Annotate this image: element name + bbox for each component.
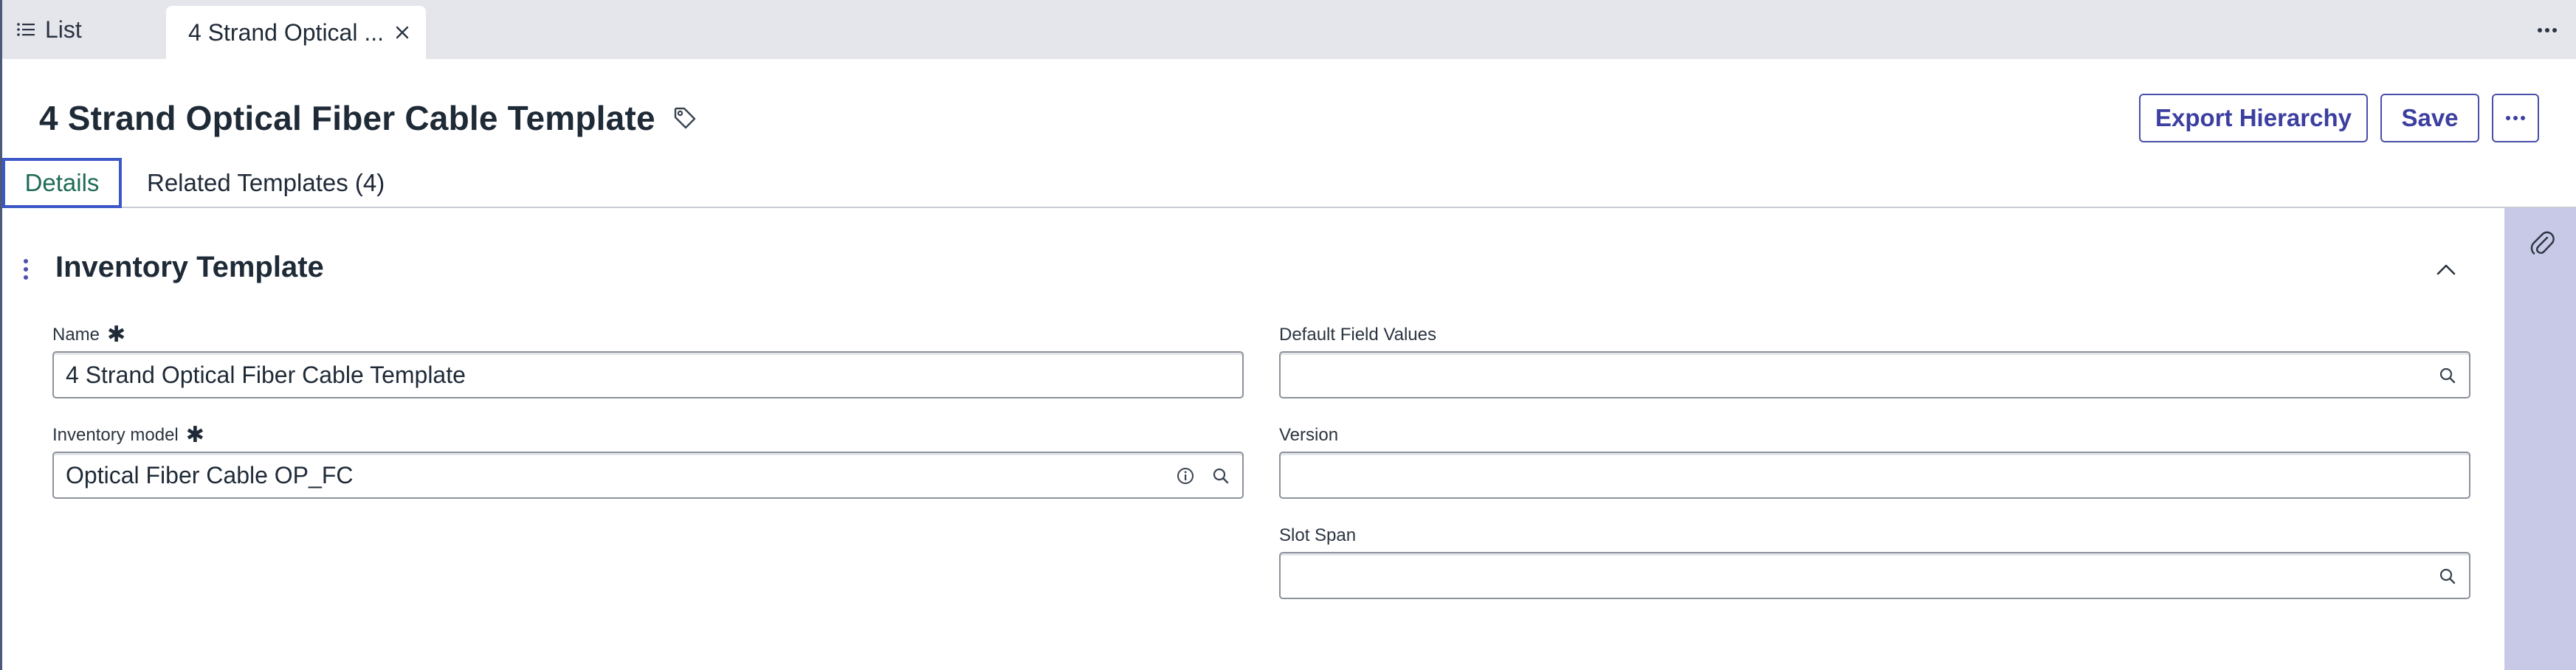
name-field[interactable]: 4 Strand Optical Fiber Cable Template — [52, 351, 1244, 398]
version-label: Version — [1279, 425, 1338, 446]
slot-span-label-text: Slot Span — [1279, 525, 1357, 545]
name-value: 4 Strand Optical Fiber Cable Template — [66, 361, 466, 388]
tab-record[interactable]: 4 Strand Optical ... — [166, 6, 426, 59]
tag-icon[interactable] — [672, 105, 698, 131]
inventory-model-label-text: Inventory model — [52, 425, 179, 445]
more-icon[interactable] — [2532, 19, 2562, 41]
search-icon[interactable] — [2438, 567, 2457, 586]
list-icon — [17, 23, 35, 36]
page-title: 4 Strand Optical Fiber Cable Template — [39, 99, 655, 137]
default-field-values-label-text: Default Field Values — [1279, 325, 1436, 345]
paperclip-icon[interactable] — [2529, 229, 2555, 257]
form-tabs: Details Related Templates (4) — [2, 158, 2576, 208]
save-button[interactable]: Save — [2380, 94, 2479, 142]
inventory-model-field[interactable]: Optical Fiber Cable OP_FC — [52, 452, 1244, 499]
tab-details[interactable]: Details — [2, 158, 122, 208]
tab-record-label: 4 Strand Optical ... — [188, 18, 385, 46]
title-row: 4 Strand Optical Fiber Cable Template — [39, 94, 698, 142]
export-hierarchy-button[interactable]: Export Hierarchy — [2139, 94, 2368, 142]
name-label: Name ✱ — [52, 322, 126, 347]
tab-list-label: List — [45, 15, 82, 43]
slot-span-label: Slot Span — [1279, 525, 1356, 546]
drag-handle-icon[interactable] — [21, 258, 30, 280]
tab-related-templates[interactable]: Related Templates (4) — [147, 158, 385, 208]
ellipsis-icon — [2506, 116, 2525, 120]
close-icon[interactable] — [392, 22, 413, 43]
required-icon: ✱ — [185, 423, 204, 447]
info-icon[interactable] — [1176, 466, 1195, 486]
version-field[interactable] — [1279, 452, 2470, 499]
section-title: Inventory Template — [55, 251, 324, 283]
form-body: Inventory Template Name ✱ 4 Strand Optic… — [2, 208, 2504, 670]
default-field-values-field[interactable] — [1279, 351, 2470, 398]
app-window: List 4 Strand Optical ... 4 Strand Optic… — [0, 0, 2576, 670]
search-icon[interactable] — [1211, 466, 1230, 486]
search-icon[interactable] — [2438, 366, 2457, 385]
slot-span-field[interactable] — [1279, 552, 2470, 599]
more-actions-button[interactable] — [2492, 94, 2539, 142]
chevron-up-icon[interactable] — [2434, 257, 2459, 282]
default-field-values-label: Default Field Values — [1279, 325, 1436, 345]
inventory-model-label: Inventory model ✱ — [52, 423, 204, 447]
inventory-model-value: Optical Fiber Cable OP_FC — [66, 461, 354, 488]
right-sidebar — [2504, 208, 2576, 670]
header-actions: Export Hierarchy Save — [2139, 94, 2539, 142]
version-label-text: Version — [1279, 425, 1339, 445]
tab-list[interactable]: List — [16, 0, 82, 59]
required-icon: ✱ — [107, 322, 126, 347]
tab-strip: List 4 Strand Optical ... — [2, 0, 2576, 59]
name-label-text: Name — [52, 325, 100, 345]
